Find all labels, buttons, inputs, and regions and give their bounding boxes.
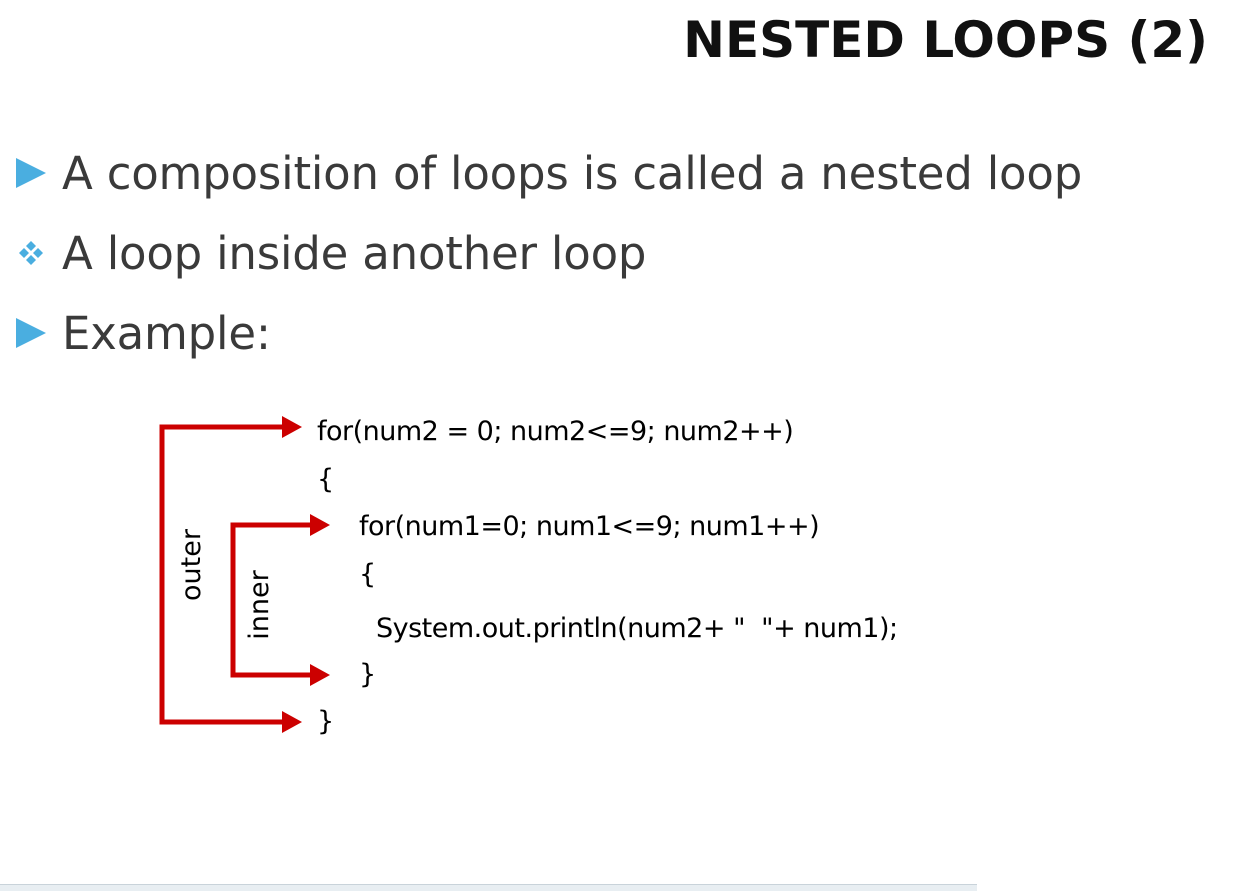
bullet-text: Example:: [62, 306, 271, 360]
code-line: System.out.println(num2+ " "+ num1);: [376, 613, 898, 644]
code-line: {: [317, 464, 334, 495]
diamond-cluster-icon: [14, 233, 62, 273]
code-line: }: [317, 706, 334, 737]
footer-bar: [0, 884, 977, 891]
bullet-text: A loop inside another loop: [62, 226, 647, 280]
inner-end-arrow-icon: [310, 664, 330, 686]
outer-start-arrow-icon: [282, 416, 302, 438]
bullet-item: Example:: [14, 293, 1082, 373]
slide-title: NESTED LOOPS (2): [683, 11, 1208, 69]
triangle-icon: [14, 153, 62, 193]
diagram-svg: outer inner for(num2 = 0; num2<=9; num2+…: [159, 416, 898, 737]
outer-label: outer: [176, 528, 207, 601]
triangle-icon: [14, 313, 62, 353]
outer-end-arrow-icon: [282, 711, 302, 733]
bullet-list: A composition of loops is called a neste…: [14, 133, 1082, 373]
code-line: {: [359, 559, 376, 590]
code-line: for(num1=0; num1<=9; num1++): [359, 511, 819, 542]
bullet-item: A composition of loops is called a neste…: [14, 133, 1082, 213]
bullet-item: A loop inside another loop: [14, 213, 1082, 293]
inner-start-arrow-icon: [310, 514, 330, 536]
nested-loop-diagram: outer inner for(num2 = 0; num2<=9; num2+…: [150, 400, 970, 760]
inner-label: inner: [244, 569, 275, 639]
bullet-text: A composition of loops is called a neste…: [62, 146, 1083, 200]
code-line: }: [359, 659, 376, 690]
code-line: for(num2 = 0; num2<=9; num2++): [317, 416, 793, 447]
